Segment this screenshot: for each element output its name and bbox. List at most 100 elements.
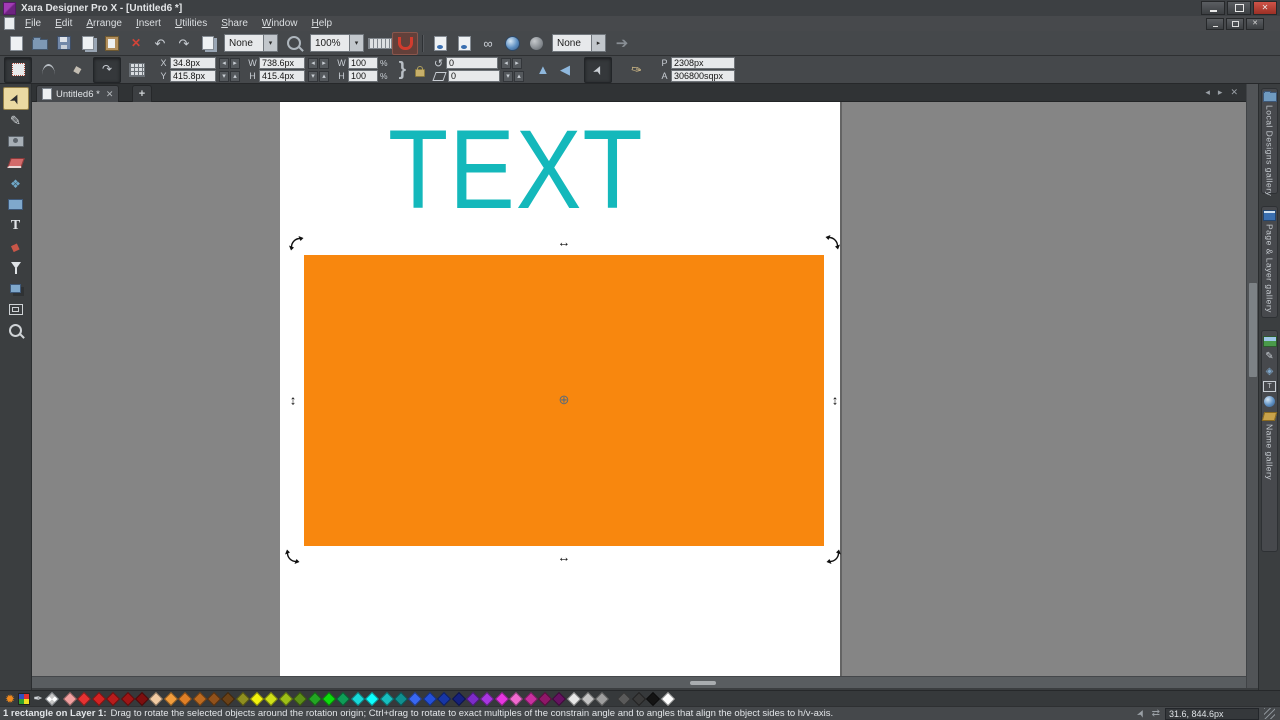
redo-button[interactable]: ↷ bbox=[172, 33, 196, 54]
spin-right-icon[interactable]: ▸ bbox=[512, 58, 522, 69]
tab-scroll-left-icon[interactable]: ◂ bbox=[1205, 88, 1210, 97]
contour-tool[interactable] bbox=[4, 299, 28, 320]
color-swatch[interactable] bbox=[77, 691, 91, 705]
text-object[interactable]: TEXT bbox=[388, 114, 643, 226]
spin-down-icon[interactable]: ▾ bbox=[219, 71, 229, 82]
menu-item[interactable]: File bbox=[25, 18, 41, 29]
color-swatch[interactable] bbox=[595, 691, 609, 705]
spin-up-icon[interactable]: ▴ bbox=[319, 71, 329, 82]
rotation-origin-marker[interactable]: ⊕ bbox=[559, 392, 570, 408]
local-designs-gallery-tab[interactable]: Local Designs gallery bbox=[1261, 88, 1278, 194]
zoom-level-select[interactable]: 100% ▾ bbox=[310, 34, 364, 52]
color-swatch[interactable] bbox=[408, 691, 422, 705]
height-scale-field[interactable]: 100 bbox=[348, 70, 378, 82]
color-swatch[interactable] bbox=[581, 691, 595, 705]
color-swatch[interactable] bbox=[365, 691, 379, 705]
color-swatch[interactable] bbox=[63, 691, 77, 705]
color-swatch[interactable] bbox=[509, 691, 523, 705]
document-system-menu-icon[interactable] bbox=[4, 17, 15, 30]
color-swatch[interactable] bbox=[394, 691, 408, 705]
menu-item[interactable]: Share bbox=[221, 18, 248, 29]
spin-right-icon[interactable]: ▸ bbox=[319, 58, 329, 69]
color-swatch[interactable] bbox=[351, 691, 365, 705]
hyperlink-button[interactable]: ∞ bbox=[476, 33, 500, 54]
spin-left-icon[interactable]: ◂ bbox=[219, 58, 229, 69]
freehand-pen-tool[interactable]: ✎ bbox=[4, 110, 28, 131]
shape-painter-tool[interactable]: ❖ bbox=[4, 173, 28, 194]
doc-restore-button[interactable] bbox=[1226, 18, 1244, 30]
lock-aspect-icon[interactable] bbox=[415, 69, 425, 77]
menu-item[interactable]: Insert bbox=[136, 18, 161, 29]
width-scale-field[interactable]: 100 bbox=[348, 57, 378, 69]
menu-item[interactable]: Help bbox=[311, 18, 332, 29]
snap-to-grid-toggle[interactable] bbox=[124, 58, 150, 82]
color-swatch[interactable] bbox=[336, 691, 350, 705]
color-swatch[interactable] bbox=[250, 691, 264, 705]
color-swatch[interactable] bbox=[221, 691, 235, 705]
color-editor-button[interactable]: ✹ bbox=[3, 692, 17, 706]
tab-close-icon[interactable]: ✕ bbox=[106, 89, 114, 100]
color-swatch[interactable] bbox=[466, 691, 480, 705]
color-swatch[interactable] bbox=[178, 691, 192, 705]
skew-field[interactable]: 0 bbox=[448, 70, 500, 82]
preview-website-button[interactable] bbox=[524, 33, 548, 54]
new-tab-button[interactable]: + bbox=[132, 85, 152, 102]
spin-up-icon[interactable]: ▴ bbox=[230, 71, 240, 82]
color-swatch[interactable] bbox=[149, 691, 163, 705]
color-swatch[interactable] bbox=[293, 691, 307, 705]
color-swatch[interactable] bbox=[236, 691, 250, 705]
fill-tool[interactable]: ◆ bbox=[4, 236, 28, 257]
web-properties-button[interactable] bbox=[500, 33, 524, 54]
rotation-field[interactable]: 0 bbox=[446, 57, 498, 69]
snap-to-objects-button[interactable] bbox=[392, 32, 418, 55]
shadow-tool[interactable] bbox=[4, 278, 28, 299]
color-swatch[interactable] bbox=[632, 691, 646, 705]
zoom-tool-button[interactable] bbox=[282, 33, 306, 54]
duplicate-button[interactable] bbox=[196, 33, 220, 54]
spin-down-icon[interactable]: ▾ bbox=[308, 71, 318, 82]
height-field[interactable]: 415.4px bbox=[259, 70, 305, 82]
resize-grip[interactable] bbox=[1264, 708, 1275, 719]
rectangle-tool[interactable] bbox=[4, 194, 28, 215]
vertical-scrollbar-thumb[interactable] bbox=[1249, 283, 1257, 377]
color-swatch[interactable] bbox=[567, 691, 581, 705]
color-swatch[interactable] bbox=[135, 691, 149, 705]
export-png-button[interactable] bbox=[428, 33, 452, 54]
menu-item[interactable]: Edit bbox=[55, 18, 72, 29]
color-swatch[interactable] bbox=[617, 691, 631, 705]
export-preset-select[interactable]: None ▸ bbox=[552, 34, 606, 52]
color-swatch[interactable] bbox=[523, 691, 537, 705]
color-swatch[interactable] bbox=[538, 691, 552, 705]
no-color-button[interactable] bbox=[45, 692, 59, 706]
skew-handle-top[interactable]: ↔ bbox=[558, 236, 571, 249]
web-gallery-icon[interactable] bbox=[1264, 396, 1275, 407]
text-tool[interactable]: T bbox=[4, 215, 28, 236]
skew-handle-right[interactable]: ↕ bbox=[832, 394, 839, 407]
spin-left-icon[interactable]: ◂ bbox=[308, 58, 318, 69]
color-swatch[interactable] bbox=[480, 691, 494, 705]
name-gallery-tag-icon[interactable] bbox=[1262, 412, 1277, 421]
skew-handle-bottom[interactable]: ↔ bbox=[558, 551, 571, 564]
font-gallery-icon[interactable]: T bbox=[1263, 381, 1276, 392]
color-swatch[interactable] bbox=[423, 691, 437, 705]
horizontal-scrollbar-thumb[interactable] bbox=[690, 681, 716, 685]
page-layer-gallery-tab[interactable]: Page & Layer gallery bbox=[1261, 206, 1278, 318]
rotate-handle-bottom-right[interactable] bbox=[826, 549, 842, 565]
width-field[interactable]: 738.6px bbox=[259, 57, 305, 69]
color-swatch[interactable] bbox=[92, 691, 106, 705]
canvas[interactable]: TEXT ↔ ↔ ↕ ↕ ⊕ bbox=[32, 102, 1246, 676]
spin-right-icon[interactable]: ▸ bbox=[230, 58, 240, 69]
color-swatch[interactable] bbox=[495, 691, 509, 705]
menu-item[interactable]: Arrange bbox=[86, 18, 122, 29]
menu-item[interactable]: Window bbox=[262, 18, 298, 29]
color-swatch[interactable] bbox=[380, 691, 394, 705]
spin-down-icon[interactable]: ▾ bbox=[503, 71, 513, 82]
rotate-handle-top-right[interactable] bbox=[825, 234, 841, 250]
color-swatch[interactable] bbox=[322, 691, 336, 705]
apply-names-button[interactable]: ✑ bbox=[623, 58, 649, 82]
rulers-toggle-button[interactable] bbox=[368, 33, 392, 54]
maximize-button[interactable] bbox=[1227, 1, 1251, 15]
selector-tool[interactable]: ➤ bbox=[3, 87, 29, 110]
copy-button[interactable] bbox=[76, 33, 100, 54]
menu-item[interactable]: Utilities bbox=[175, 18, 207, 29]
